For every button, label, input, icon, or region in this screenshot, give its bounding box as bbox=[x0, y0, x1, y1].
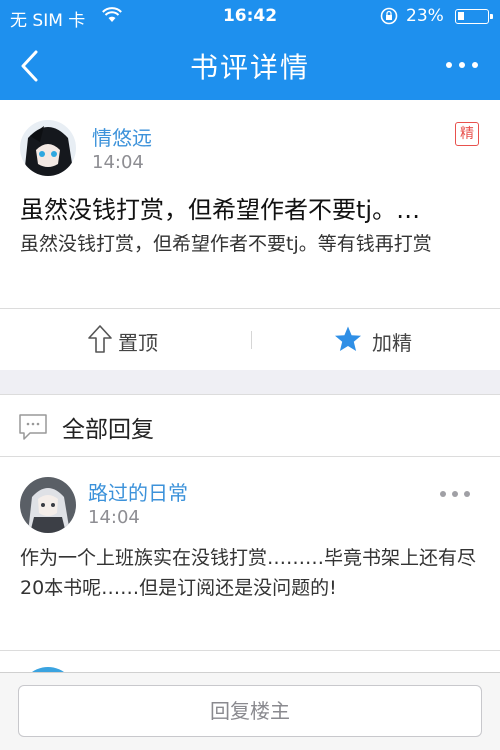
post-title: 虽然没钱打赏，但希望作者不要tj。… bbox=[20, 196, 421, 224]
post-actions: 置顶 加精 bbox=[0, 308, 500, 370]
bottom-bar: 回复楼主 bbox=[0, 672, 500, 750]
nav-bar: 书评详情 bbox=[0, 32, 500, 100]
reply-item: 路过的日常 14:04 作为一个上班族实在没钱打赏………毕竟书架上还有尽20本书… bbox=[0, 457, 500, 651]
author-username[interactable]: 情悠远 bbox=[92, 122, 152, 151]
more-menu-icon[interactable] bbox=[440, 54, 484, 78]
post-body: 虽然没钱打赏，但希望作者不要tj。等有钱再打赏 bbox=[20, 233, 432, 255]
pin-label: 置顶 bbox=[118, 331, 158, 355]
star-icon bbox=[335, 326, 361, 351]
feature-label: 加精 bbox=[372, 331, 412, 355]
replies-header: 全部回复 bbox=[0, 395, 500, 457]
page-title: 书评详情 bbox=[189, 51, 310, 84]
rotation-lock-icon bbox=[380, 7, 398, 25]
battery-percent: 23% bbox=[406, 6, 444, 26]
reply-avatar[interactable] bbox=[20, 477, 76, 533]
reply-to-author-button[interactable]: 回复楼主 bbox=[18, 685, 482, 737]
replies-header-label: 全部回复 bbox=[62, 417, 154, 443]
reply-body: 作为一个上班族实在没钱打赏………毕竟书架上还有尽20本书呢……但是订阅还是没问题… bbox=[20, 547, 477, 599]
status-bar: 无 SIM 卡 16:42 23% bbox=[0, 0, 500, 32]
feature-button[interactable]: 加精 bbox=[252, 309, 500, 371]
reply-time: 14:04 bbox=[88, 507, 140, 528]
review-post: 情悠远 14:04 精 虽然没钱打赏，但希望作者不要tj。… 虽然没钱打赏，但希… bbox=[0, 100, 500, 370]
reply-more-icon[interactable] bbox=[440, 491, 470, 501]
author-avatar[interactable] bbox=[20, 120, 76, 176]
comment-bubble-icon bbox=[19, 414, 47, 440]
top-bar: 无 SIM 卡 16:42 23% 书评详情 bbox=[0, 0, 500, 100]
pin-button[interactable]: 置顶 bbox=[0, 309, 250, 371]
reply-username[interactable]: 路过的日常 bbox=[88, 477, 188, 506]
post-time: 14:04 bbox=[92, 152, 144, 173]
battery-icon bbox=[455, 9, 493, 24]
pin-top-icon bbox=[88, 325, 112, 353]
featured-badge: 精 bbox=[455, 122, 479, 146]
